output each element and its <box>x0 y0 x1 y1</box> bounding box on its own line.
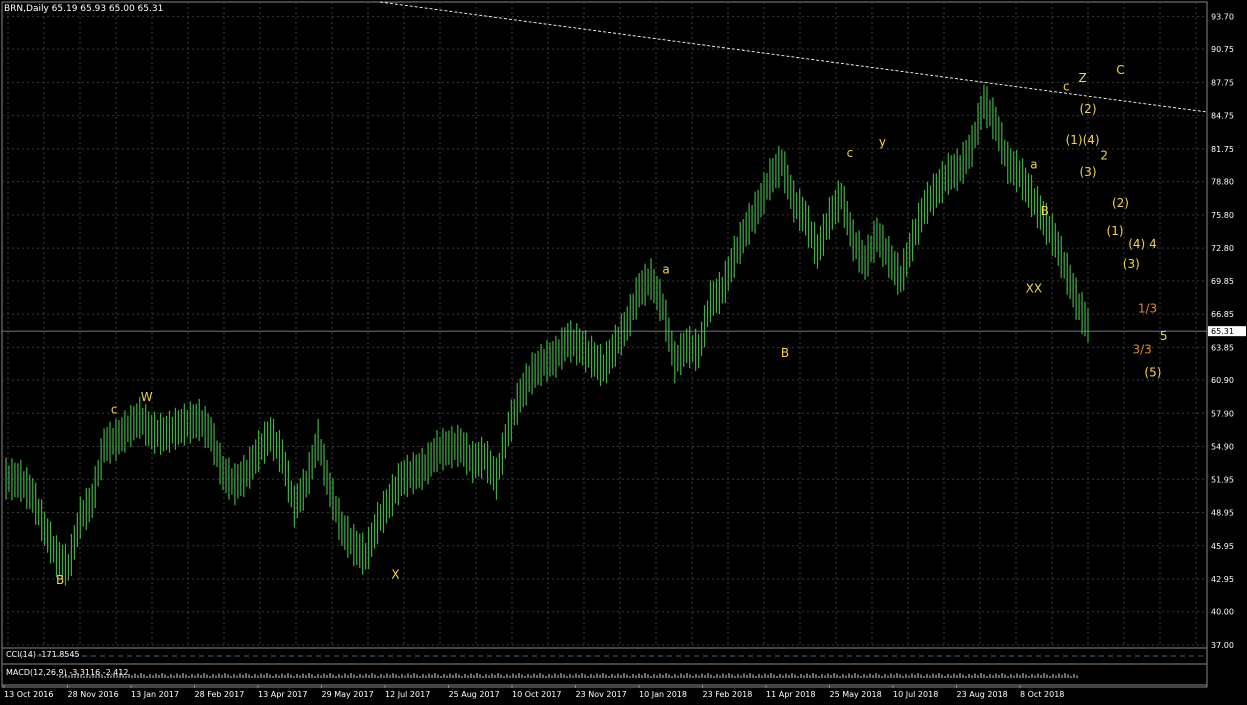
wave-label: (3) <box>1080 165 1097 179</box>
wave-label: XX <box>1026 281 1042 295</box>
x-tick-label: 29 May 2017 <box>322 690 374 699</box>
y-tick-label: 60.90 <box>1211 376 1234 385</box>
y-tick-label: 72.80 <box>1211 244 1234 253</box>
x-tick-label: 28 Feb 2017 <box>195 690 245 699</box>
y-tick-label: 84.75 <box>1211 112 1234 121</box>
x-tick-label: 23 Nov 2017 <box>576 690 627 699</box>
wave-label: B <box>1041 204 1049 218</box>
y-tick-label: 51.95 <box>1211 475 1234 484</box>
y-tick-label: 40.00 <box>1211 608 1234 617</box>
y-tick-label: 42.95 <box>1211 575 1234 584</box>
y-tick-label: 37.00 <box>1211 641 1234 650</box>
x-tick-label: 10 Jan 2018 <box>639 690 687 699</box>
x-tick-label: 12 Jul 2017 <box>385 690 430 699</box>
x-tick-label: 13 Oct 2016 <box>4 690 53 699</box>
current-price-label: 65.31 <box>1211 327 1234 336</box>
y-tick-label: 81.75 <box>1211 145 1234 154</box>
chart-title: BRN,Daily 65.19 65.93 65.00 65.31 <box>4 4 164 14</box>
x-tick-label: 8 Oct 2018 <box>1020 690 1064 699</box>
wave-label: c <box>847 146 854 160</box>
wave-label: 4 <box>1149 237 1157 251</box>
wave-label: (3) <box>1123 257 1140 271</box>
y-tick-label: 90.75 <box>1211 45 1234 54</box>
trend-line <box>379 1 1208 113</box>
y-tick-label: 57.90 <box>1211 409 1234 418</box>
wave-label: (1) <box>1107 224 1124 238</box>
x-tick-label: 10 Oct 2017 <box>512 690 561 699</box>
wave-label: 1/3 <box>1138 301 1157 315</box>
x-tick-label: 25 Aug 2017 <box>449 690 500 699</box>
wave-label: (1)(4) <box>1066 133 1100 147</box>
x-tick-label: 13 Jan 2017 <box>131 690 179 699</box>
x-tick-label: 23 Feb 2018 <box>703 690 753 699</box>
x-tick-label: 23 Aug 2018 <box>957 690 1008 699</box>
wave-label: (2) <box>1112 196 1129 210</box>
x-tick-label: 13 Apr 2017 <box>258 690 307 699</box>
wave-label: 2 <box>1100 148 1108 162</box>
y-tick-label: 69.85 <box>1211 277 1234 286</box>
y-tick-label: 78.80 <box>1211 178 1234 187</box>
y-tick-label: 63.85 <box>1211 343 1234 352</box>
wave-label: c <box>111 402 118 416</box>
x-tick-label: 28 Nov 2016 <box>68 690 119 699</box>
wave-label: a <box>1030 157 1037 171</box>
wave-label: B <box>56 573 64 587</box>
x-tick-label: 11 Apr 2018 <box>766 690 815 699</box>
cci-label: CCI(14) -171.8545 <box>6 650 80 659</box>
plot-frame <box>1 1 1208 688</box>
y-tick-label: 87.75 <box>1211 78 1234 87</box>
wave-label: y <box>879 135 886 149</box>
wave-label: 5 <box>1160 329 1168 343</box>
x-tick-label: 10 Jul 2018 <box>893 690 938 699</box>
y-tick-label: 45.95 <box>1211 542 1234 551</box>
price-chart[interactable]: 93.70 90.75 87.75 84.75 81.75 78.80 75.80 72.80… <box>0 0 1247 705</box>
wave-label: 3/3 <box>1132 342 1151 356</box>
y-tick-label: 66.85 <box>1211 310 1234 319</box>
wave-label: a <box>662 263 669 277</box>
wave-label: (5) <box>1144 366 1161 380</box>
wave-label: Z <box>1078 71 1086 85</box>
wave-label: W <box>141 390 153 404</box>
wave-label: (2) <box>1080 102 1097 116</box>
wave-label: c <box>1063 80 1070 94</box>
y-tick-label: 54.90 <box>1211 443 1234 452</box>
macd-label: MACD(12,26,9) -3.3116 -2.412 <box>6 668 129 677</box>
y-tick-label: 93.70 <box>1211 12 1234 21</box>
y-tick-label: 75.80 <box>1211 211 1234 220</box>
wave-label: C <box>1116 63 1124 77</box>
y-tick-label: 48.95 <box>1211 509 1234 518</box>
wave-label: X <box>391 567 399 581</box>
x-tick-label: 25 May 2018 <box>830 690 882 699</box>
wave-label: (4) <box>1128 237 1145 251</box>
wave-label: B <box>781 346 789 360</box>
